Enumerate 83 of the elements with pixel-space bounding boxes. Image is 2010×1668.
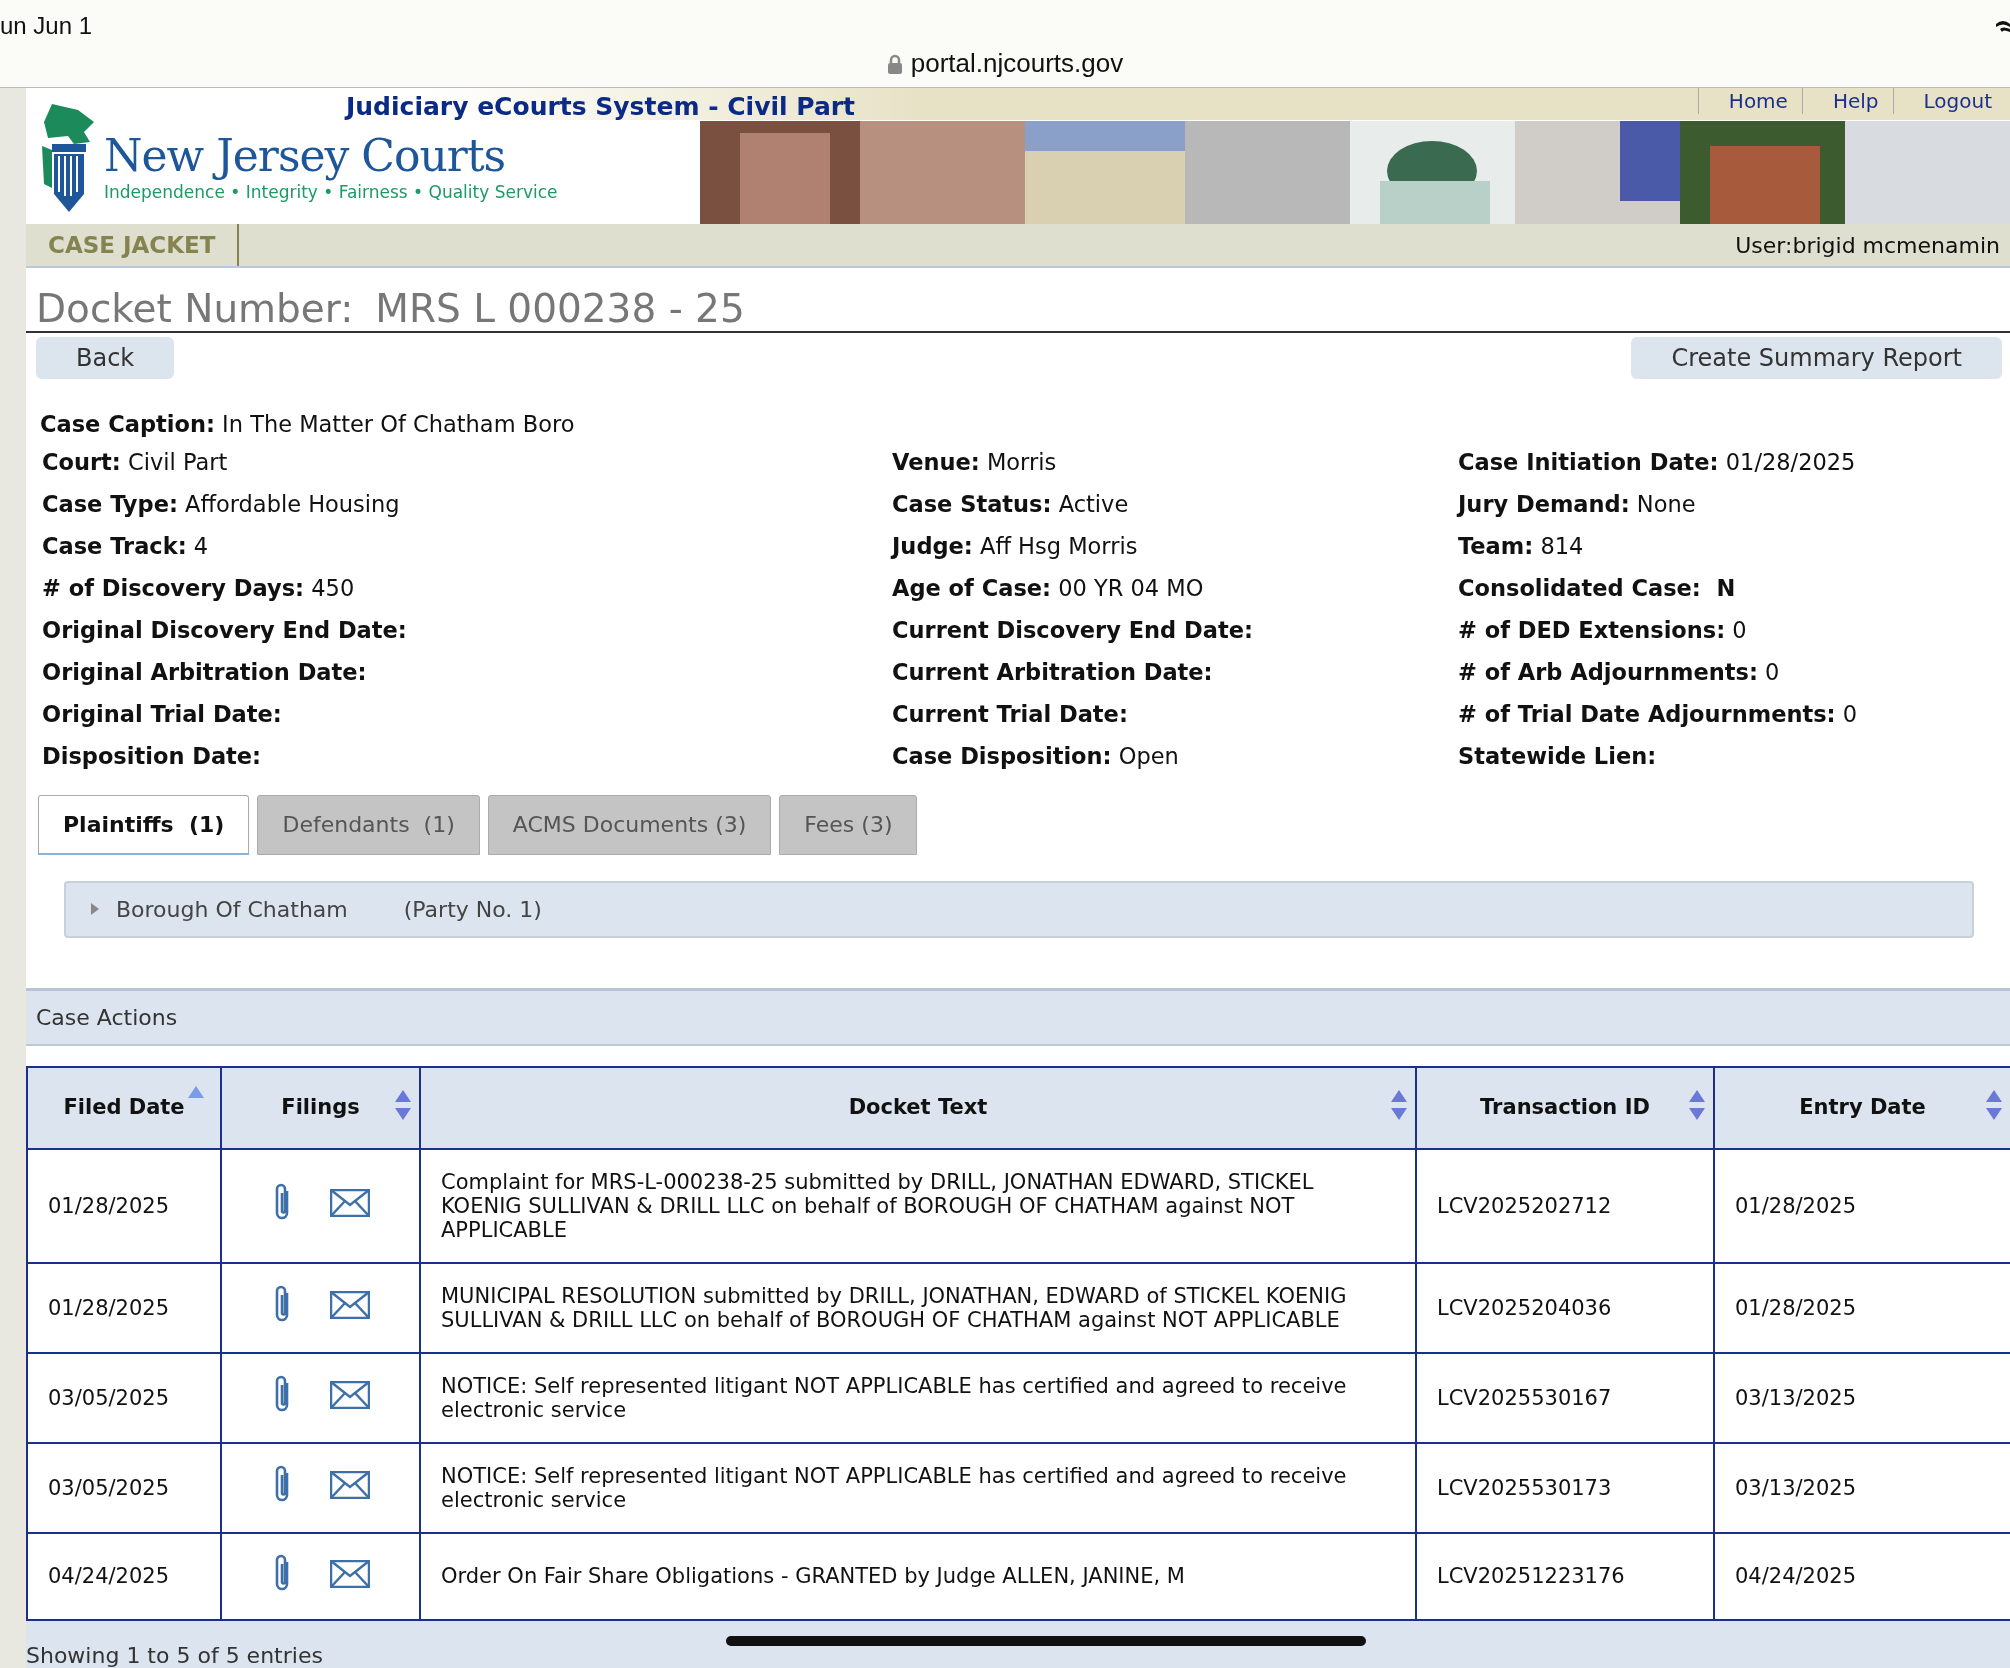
status-time: un Jun 1 <box>0 11 93 41</box>
case-field: Consolidated Case: N <box>1458 566 1978 609</box>
case-field: Team: 814 <box>1458 524 1978 567</box>
column-header[interactable]: Docket Text <box>848 1095 988 1120</box>
logo-tagline: Independence • Integrity • Fairness • Quality Service <box>104 181 558 205</box>
sort-icon[interactable] <box>395 1089 411 1120</box>
nav-link[interactable]: Home <box>1697 88 1802 114</box>
case-field: Statewide Lien: <box>1458 734 1978 777</box>
filed-date: 04/24/2025 <box>48 1564 170 1589</box>
docket-text: NOTICE: Self represented litigant NOT APPLICABLE has certified and agreed to receive electronic service <box>441 1373 1347 1422</box>
case-field: Original Discovery End Date: <box>42 608 892 651</box>
tab[interactable]: Plaintiffs (1) <box>38 794 250 855</box>
case-field: Case Type: Affordable Housing <box>42 482 892 525</box>
column-header[interactable]: Transaction ID <box>1480 1095 1650 1120</box>
docket-text: Complaint for MRS-L-000238-25 submitted by DRILL, JONATHAN EDWARD, STICKEL KOENIG SULLIVAN & DRILL LLC on behalf of BOROUGH OF CHATHAM against NOT APPLICABLE <box>441 1169 1314 1242</box>
home-indicator[interactable] <box>726 1635 1366 1646</box>
nav-link[interactable]: Logout <box>1892 88 2006 114</box>
column-header[interactable]: Entry Date <box>1799 1095 1926 1120</box>
filed-date: 01/28/2025 <box>48 1193 170 1218</box>
envelope-icon[interactable] <box>329 1189 370 1218</box>
entry-date: 01/28/2025 <box>1735 1295 1857 1320</box>
case-field: # of Arb Adjournments: 0 <box>1458 650 1978 693</box>
transaction-id: LCV2025202712 <box>1437 1193 1612 1218</box>
entry-date: 03/13/2025 <box>1735 1475 1857 1500</box>
envelope-icon[interactable] <box>329 1291 370 1320</box>
docket-text: NOTICE: Self represented litigant NOT APPLICABLE has certified and agreed to receive electronic service <box>441 1463 1347 1512</box>
nav-link[interactable]: Help <box>1801 88 1893 114</box>
system-title: Judiciary eCourts System - Civil Part <box>346 92 856 121</box>
case-field: Venue: Morris <box>892 440 1458 483</box>
case-field: Age of Case: 00 YR 04 MO <box>892 566 1458 609</box>
column-header[interactable]: Filings <box>281 1095 360 1120</box>
user-name: User:brigid mcmenamin <box>1735 231 2001 260</box>
sort-icon[interactable] <box>1986 1089 2002 1120</box>
case-field: Original Arbitration Date: <box>42 650 892 693</box>
transaction-id: LCV2025530173 <box>1437 1475 1612 1500</box>
case-field: Original Trial Date: <box>42 692 892 735</box>
transaction-id: LCV20251223176 <box>1437 1564 1625 1589</box>
back-button[interactable]: Back <box>36 336 175 379</box>
sort-icon[interactable] <box>1391 1089 1407 1120</box>
envelope-icon[interactable] <box>329 1559 370 1588</box>
envelope-icon[interactable] <box>329 1381 370 1410</box>
tab[interactable]: ACMS Documents (3) <box>487 794 772 855</box>
case-field: Current Arbitration Date: <box>892 650 1458 693</box>
party-row[interactable]: Borough Of Chatham (Party No. 1) <box>64 880 1974 938</box>
case-field: Current Trial Date: <box>892 692 1458 735</box>
entry-date: 04/24/2025 <box>1735 1564 1857 1589</box>
entries-count: Showing 1 to 5 of 5 entries <box>26 1642 323 1668</box>
case-caption: Case Caption: In The Matter Of Chatham Boro <box>40 409 576 439</box>
docket-text: MUNICIPAL RESOLUTION submitted by DRILL, JONATHAN, EDWARD of STICKEL KOENIG SULLIVAN & DRILL LLC on behalf of BOROUGH OF CHATHAM against NOT APPLICABLE <box>441 1283 1347 1332</box>
filed-date: 01/28/2025 <box>48 1295 170 1320</box>
case-field: # of DED Extensions: 0 <box>1458 608 1978 651</box>
case-field: Court: Civil Part <box>42 440 892 483</box>
case-field: Disposition Date: <box>42 734 892 777</box>
transaction-id: LCV2025530167 <box>1437 1385 1612 1410</box>
case-field: Jury Demand: None <box>1458 482 1978 525</box>
lock-icon <box>886 54 903 74</box>
section-title: Case Actions <box>36 1004 178 1030</box>
tab[interactable]: Defendants (1) <box>257 794 480 855</box>
logo-title: New Jersey Courts <box>104 132 507 181</box>
case-field: Case Disposition: Open <box>892 734 1458 777</box>
docket-text: Order On Fair Share Obligations - GRANTED by Judge ALLEN, JANINE, M <box>441 1564 1185 1589</box>
column-header[interactable]: Filed Date <box>63 1095 185 1120</box>
filed-date: 03/05/2025 <box>48 1385 170 1410</box>
wifi-icon <box>1996 18 2010 34</box>
case-field: Judge: Aff Hsg Morris <box>892 524 1458 567</box>
docket-label: Docket Number: <box>36 286 354 331</box>
tab[interactable]: Fees (3) <box>779 794 918 855</box>
entry-date: 01/28/2025 <box>1735 1193 1857 1218</box>
case-field: # of Trial Date Adjournments: 0 <box>1458 692 1978 735</box>
filed-date: 03/05/2025 <box>48 1475 170 1500</box>
case-field: Current Discovery End Date: <box>892 608 1458 651</box>
case-field: Case Initiation Date: 01/28/2025 <box>1458 440 1978 483</box>
sort-icon[interactable] <box>1689 1089 1705 1120</box>
report-button[interactable]: Create Summary Report <box>1631 336 2002 379</box>
address-bar-url[interactable]: portal.njcourts.gov <box>910 48 1124 78</box>
transaction-id: LCV2025204036 <box>1437 1295 1612 1320</box>
entry-date: 03/13/2025 <box>1735 1385 1857 1410</box>
caret-right-icon <box>90 902 100 917</box>
case-field: # of Discovery Days: 450 <box>42 566 892 609</box>
docket-number: MRS L 000238 - 25 <box>375 286 745 331</box>
envelope-icon[interactable] <box>329 1471 370 1500</box>
party-name: Borough Of Chatham <box>116 895 348 924</box>
party-number: (Party No. 1) <box>403 895 542 924</box>
